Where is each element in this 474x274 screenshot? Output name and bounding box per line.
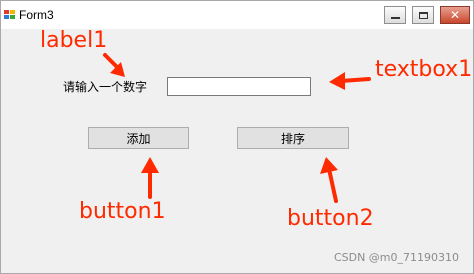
textbox1[interactable] bbox=[167, 77, 311, 96]
arrow-icon bbox=[329, 72, 371, 90]
annotation-button1: button1 bbox=[79, 199, 166, 224]
label1: 请输入一个数字 bbox=[63, 80, 148, 94]
close-icon: ✕ bbox=[449, 8, 461, 22]
minimize-button[interactable] bbox=[384, 6, 406, 24]
button2[interactable]: 排序 bbox=[237, 127, 349, 149]
annotation-label1: label1 bbox=[40, 28, 108, 53]
close-button[interactable]: ✕ bbox=[440, 6, 470, 24]
form3-window: Form3 ✕ 请输入一个数字 添加 排序 label1 textbox1 bu… bbox=[0, 0, 474, 274]
maximize-icon bbox=[418, 11, 428, 19]
button1[interactable]: 添加 bbox=[88, 127, 189, 149]
annotation-textbox1: textbox1 bbox=[375, 57, 473, 82]
watermark: CSDN @m0_71190310 bbox=[333, 251, 459, 264]
arrow-icon bbox=[320, 157, 338, 203]
app-icon bbox=[4, 10, 16, 20]
arrow-icon bbox=[141, 157, 159, 199]
minimize-icon bbox=[390, 17, 400, 19]
window-title: Form3 bbox=[19, 8, 54, 22]
annotation-button2: button2 bbox=[287, 206, 374, 231]
title-bar[interactable]: Form3 ✕ bbox=[1, 1, 473, 29]
arrow-icon bbox=[103, 53, 125, 77]
maximize-button[interactable] bbox=[412, 6, 434, 24]
